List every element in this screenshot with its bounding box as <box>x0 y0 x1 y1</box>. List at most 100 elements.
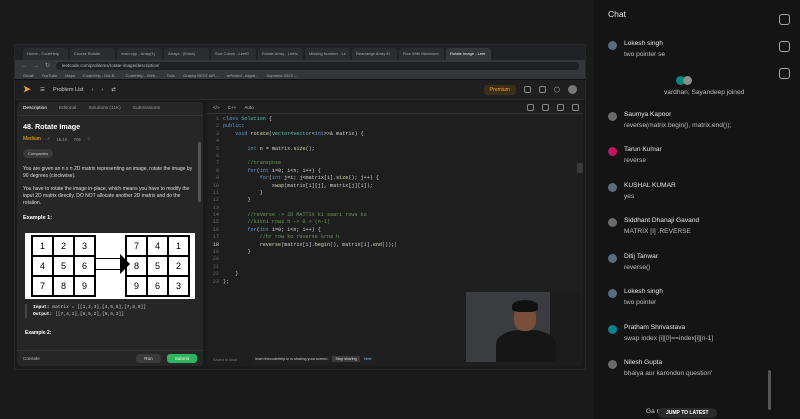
message-text: reverse <box>624 157 646 164</box>
bookmark-icon[interactable] <box>527 104 534 111</box>
notes-icon[interactable] <box>779 41 790 52</box>
description-panel: Description Editorial Solutions (11K) Su… <box>17 102 203 366</box>
timer-icon[interactable] <box>538 86 546 93</box>
code-line[interactable]: 10 swap(matrix[i][j], matrix[j][i]); <box>207 183 583 190</box>
tab-description[interactable]: Description <box>23 106 47 111</box>
description-scrollbar[interactable] <box>198 142 201 202</box>
browser-tab[interactable]: main.cpp - Array(1) <box>117 48 162 60</box>
document-icon[interactable] <box>779 68 790 79</box>
browser-tab[interactable]: Sort Colors - LeetC <box>211 48 256 60</box>
tab-editorial[interactable]: Editorial <box>59 106 76 111</box>
panel-resize-handle[interactable] <box>577 163 583 173</box>
tab-submissions[interactable]: Submissions <box>133 106 160 111</box>
menu-icon[interactable]: ☰ <box>40 87 45 93</box>
editor-panel: </> C++ Auto 1 class Solution {2 public: 3 … <box>207 102 583 366</box>
chat-scrollbar[interactable] <box>768 370 771 410</box>
companies-tag[interactable]: Companies <box>23 149 54 158</box>
line-number: 4 <box>215 138 219 145</box>
bookmark-item[interactable]: isPicked - Algori... <box>227 73 259 78</box>
code-line[interactable]: 4 <box>207 138 583 145</box>
code-line[interactable]: 6 <box>207 153 583 160</box>
premium-button[interactable]: Premium <box>483 84 516 95</box>
code-line[interactable]: 19 } <box>207 249 583 256</box>
code-line[interactable]: 11 } <box>207 190 583 197</box>
notes-icon[interactable] <box>523 86 531 93</box>
bookmark-item[interactable]: Gmail <box>23 73 33 78</box>
code-line[interactable]: 3 void rotate(vector<vector<int>>& matri… <box>207 131 583 138</box>
line-number: 15 <box>212 219 219 226</box>
browser-tab[interactable]: Missing Number - Le <box>305 48 350 60</box>
dislikes-count[interactable]: 705 <box>74 137 81 142</box>
next-problem-icon[interactable]: › <box>101 87 103 93</box>
bookmark-item[interactable]: YouTube <box>41 73 57 78</box>
code-line[interactable]: 2 public: <box>207 123 583 130</box>
language-select[interactable]: C++ <box>228 105 237 110</box>
code-line[interactable]: 8 for(int i=0; i<n; i++) { <box>207 168 583 175</box>
leetcode-logo-icon[interactable]: ➤ <box>23 85 32 94</box>
auto-indicator[interactable]: Auto <box>244 105 253 110</box>
code-line[interactable]: 5 int n = matrix.size(); <box>207 146 583 153</box>
matrix-cell: 8 <box>126 256 147 276</box>
code-line[interactable]: 21 <box>207 264 583 271</box>
input-label: Input: <box>33 305 50 310</box>
browser-tab[interactable]: Home - CodeHelp <box>23 48 68 60</box>
code-line[interactable]: 7 //transpose <box>207 160 583 167</box>
prev-problem-icon[interactable]: ‹ <box>92 87 94 93</box>
chat-message: Nilesh Gupta bhaiya aur karondon question… <box>608 359 778 395</box>
problem-list-link[interactable]: Problem List <box>53 87 84 93</box>
run-button[interactable]: Run <box>136 354 161 363</box>
star-icon[interactable]: ☆ <box>87 136 91 142</box>
code-text: //kitni rows h -> 0 > (n-1) <box>247 219 331 226</box>
matrix-cell: 3 <box>168 276 189 296</box>
code-line[interactable]: 16 for(int i=0; i<n; i++) { <box>207 227 583 234</box>
code-line[interactable]: 20 <box>207 256 583 263</box>
code-text: int n = matrix.size(); <box>247 145 315 152</box>
bell-icon[interactable]: ◯ <box>554 87 560 93</box>
browser-tab[interactable]: Rotate Image - Leet <box>446 48 491 60</box>
avatar[interactable] <box>568 85 577 94</box>
bookmark-item[interactable]: Supreme 2023 -... <box>266 73 298 78</box>
code-line[interactable]: 12 } <box>207 197 583 204</box>
code-line[interactable]: 22 } <box>207 271 583 278</box>
bookmark-item[interactable]: CodeHelp - Dot B... <box>83 73 118 78</box>
console-toggle[interactable]: Console <box>23 356 130 361</box>
chat-icon[interactable] <box>779 14 790 25</box>
code-line[interactable]: 13 <box>207 205 583 212</box>
stop-sharing-button[interactable]: Stop sharing <box>332 355 360 362</box>
url-field[interactable]: leetcode.com/problems/rotate-image/descr… <box>56 61 579 70</box>
browser-tab[interactable]: Rearrange Array El <box>352 48 397 60</box>
bookmark-item[interactable]: CodeHelp - Web... <box>126 73 159 78</box>
code-line[interactable]: 9 for(int j=i; j<matrix[i].size(); j++) … <box>207 175 583 182</box>
browser-tab[interactable]: Course Builder <box>70 48 115 60</box>
shuffle-icon[interactable]: ⇄ <box>111 87 116 93</box>
bookmark-item[interactable]: Graphy REST API... <box>183 73 219 78</box>
browser-tab[interactable]: Rotate Array - Leetc <box>258 48 303 60</box>
matrix-cell: 6 <box>74 256 95 276</box>
code-line[interactable]: 18 reverse(matrix[i].begin(), matrix[i].… <box>207 242 583 249</box>
browser-tab[interactable]: Row With Maximum <box>399 48 444 60</box>
expand-icon[interactable] <box>572 104 579 111</box>
message-author: KUSHAL KUMAR <box>624 181 676 189</box>
reset-icon[interactable] <box>557 104 564 111</box>
code-line[interactable]: 23}; <box>207 279 583 286</box>
submit-button[interactable]: Submit <box>166 354 197 363</box>
likes-count[interactable]: 16.1K <box>56 137 67 142</box>
code-line[interactable]: 15 //kitni rows h -> 0 > (n-1) <box>207 219 583 226</box>
jump-to-latest-button[interactable]: JUMP TO LATEST <box>658 408 717 418</box>
forward-icon[interactable]: → <box>33 63 39 69</box>
chat-message: Pratham Shrivastava swap index [i][0]==in… <box>608 324 778 360</box>
back-icon[interactable]: ← <box>21 63 27 69</box>
bookmark-item[interactable]: Maps <box>65 73 75 78</box>
tab-solutions[interactable]: Solutions (11K) <box>88 106 120 111</box>
code-line[interactable]: 14 //reverse -> 2D MATTIX ki saari rows … <box>207 212 583 219</box>
format-icon[interactable] <box>542 104 549 111</box>
hide-button[interactable]: Hide <box>364 357 372 361</box>
code-line[interactable]: 1 class Solution { <box>207 116 583 123</box>
browser-tab[interactable]: Arrays - [Extra] <box>164 48 209 60</box>
avatar <box>608 253 617 263</box>
code-line[interactable]: 17 //hr row ko reverse krna h <box>207 234 583 241</box>
bookmark-item[interactable]: Todo <box>166 73 175 78</box>
line-number: 17 <box>212 234 219 241</box>
line-number: 14 <box>212 212 219 219</box>
reload-icon[interactable]: ↻ <box>45 63 50 69</box>
